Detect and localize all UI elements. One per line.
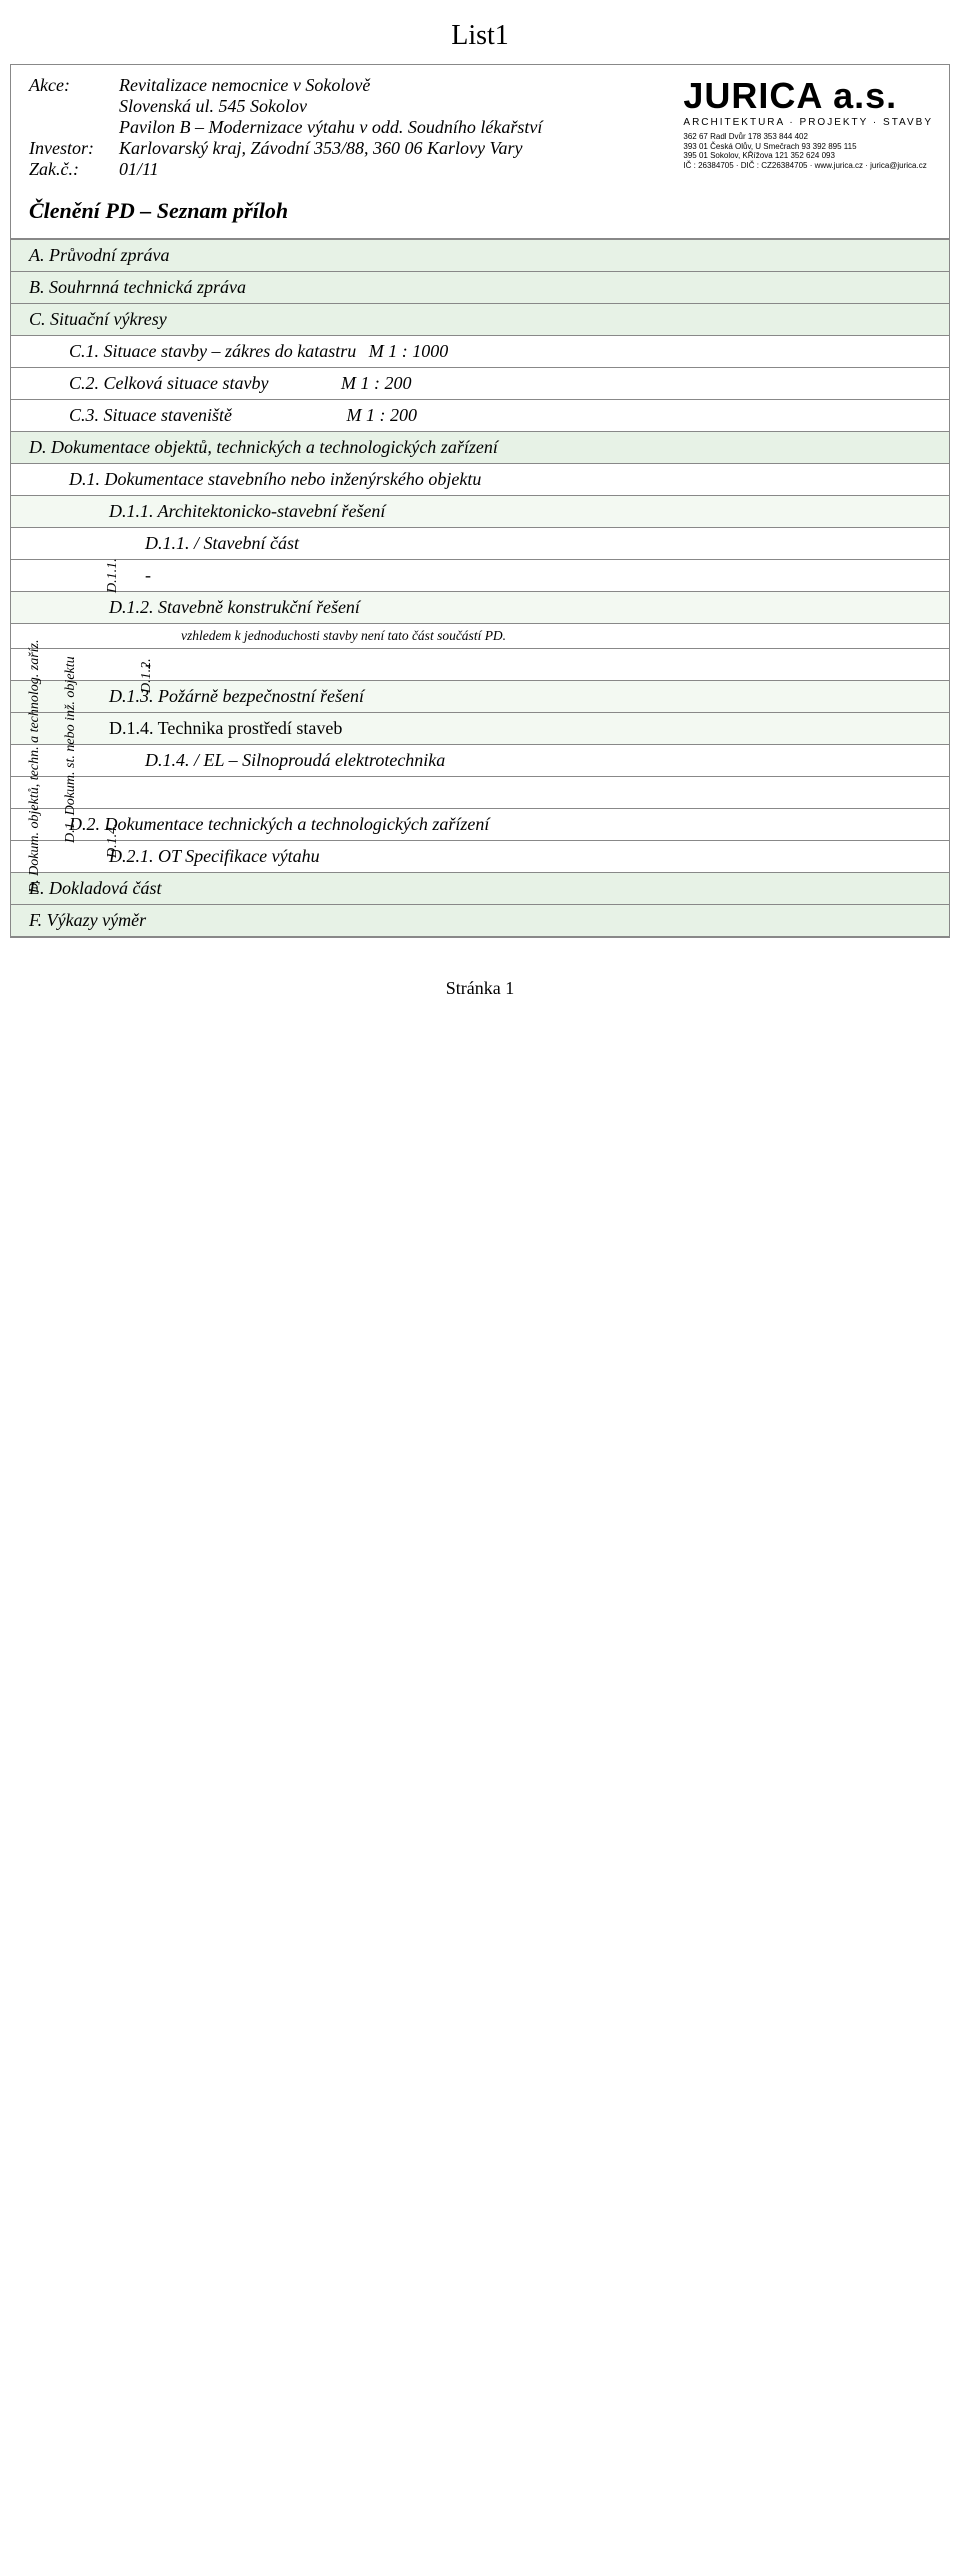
section-c3-scale: M 1 : 200 — [346, 405, 417, 426]
dash-1: - — [11, 559, 949, 591]
sheet-title: List1 — [0, 0, 960, 64]
subtitle-text: Členění PD – Seznam příloh — [29, 198, 288, 224]
investor-text: Karlovarský kraj, Závodní 353/88, 360 06… — [119, 138, 665, 159]
logo-sub: ARCHITEKTURA · PROJEKTY · STAVBY — [683, 117, 933, 128]
section-c1: C.1. Situace stavby – zákres do katastru… — [11, 335, 949, 367]
section-d11: D.1.1. Architektonicko-stavební řešení — [11, 495, 949, 527]
logo: JURICA a.s. ARCHITEKTURA · PROJEKTY · ST… — [683, 65, 949, 190]
logo-addr3: 395 01 Sokolov, KŘížova 121 352 624 093 — [683, 151, 926, 161]
akce-line2: Slovenská ul. 545 Sokolov — [119, 96, 665, 117]
header-block: Akce: Revitalizace nemocnice v Sokolově … — [11, 65, 683, 190]
section-c3-text: C.3. Situace staveniště — [69, 405, 232, 425]
section-c: C. Situační výkresy — [11, 303, 949, 335]
blank-row-1 — [11, 776, 949, 808]
zak-text: 01/11 — [119, 159, 665, 180]
section-d111: D.1.1. / Stavební část — [11, 527, 949, 559]
section-d14: D.1.4. Technika prostředí staveb — [11, 712, 949, 744]
section-d: D. Dokumentace objektů, technických a te… — [11, 431, 949, 463]
section-c3: C.3. Situace staveniště M 1 : 200 — [11, 399, 949, 431]
bottom-border — [11, 936, 949, 937]
section-b: B. Souhrnná technická zpráva — [11, 271, 949, 303]
zak-label: Zak.č.: — [29, 159, 119, 180]
akce-line3: Pavilon B – Modernizace výtahu v odd. So… — [119, 117, 665, 138]
section-c2: C.2. Celková situace stavby M 1 : 200 — [11, 367, 949, 399]
section-d21: D.2.1. OT Specifikace výtahu — [11, 840, 949, 872]
vert-d: D. Dokum. objektů, techn. a technolog. z… — [27, 639, 43, 893]
section-d2: D.2. Dokumentace technických a technolog… — [11, 808, 949, 840]
investor-label: Investor: — [29, 138, 119, 159]
subtitle: Členění PD – Seznam příloh — [11, 190, 949, 239]
section-d14-el: D.1.4. / EL – Silnoproudá elektrotechnik… — [11, 744, 949, 776]
section-d12: D.1.2. Stavebně konstrukční řešení — [11, 591, 949, 623]
akce-label: Akce: — [29, 75, 119, 96]
logo-name: JURICA a.s. — [683, 75, 897, 117]
section-a: A. Průvodní zpráva — [11, 239, 949, 271]
logo-addr1: 362 67 Radl Dvůr 178 353 844 402 — [683, 132, 926, 142]
section-f: F. Výkazy výměr — [11, 904, 949, 936]
page-footer: Stránka 1 — [0, 938, 960, 1009]
vert-d1: D.1. Dokum. st. nebo inž. objektu — [63, 656, 79, 843]
section-c2-scale: M 1 : 200 — [341, 373, 412, 394]
section-c2-text: C.2. Celková situace stavby — [69, 373, 268, 393]
document-outer: Akce: Revitalizace nemocnice v Sokolově … — [10, 64, 950, 938]
logo-addr2: 393 01 Česká Olův, U Smečrach 93 392 895… — [683, 142, 926, 152]
section-e: E. Dokladová část — [11, 872, 949, 904]
akce-line1: Revitalizace nemocnice v Sokolově — [119, 75, 665, 96]
section-c1-text: C.1. Situace stavby – zákres do katastru — [69, 341, 356, 361]
section-d1: D.1. Dokumentace stavebního nebo inženýr… — [11, 463, 949, 495]
section-c1-scale: M 1 : 1000 — [369, 341, 449, 362]
vertical-labels-area: D. Dokum. objektů, techn. a technolog. z… — [11, 463, 949, 872]
vert-d14: D.1.4. — [105, 823, 121, 858]
vert-d11: D.1.1. — [105, 558, 121, 593]
section-d12-note: vzhledem k jednoduchosti stavby není tat… — [11, 623, 949, 648]
vert-d12: D.1.2. — [139, 658, 155, 693]
logo-addr4: IČ : 26384705 · DIČ : CZ26384705 · www.j… — [683, 161, 926, 171]
